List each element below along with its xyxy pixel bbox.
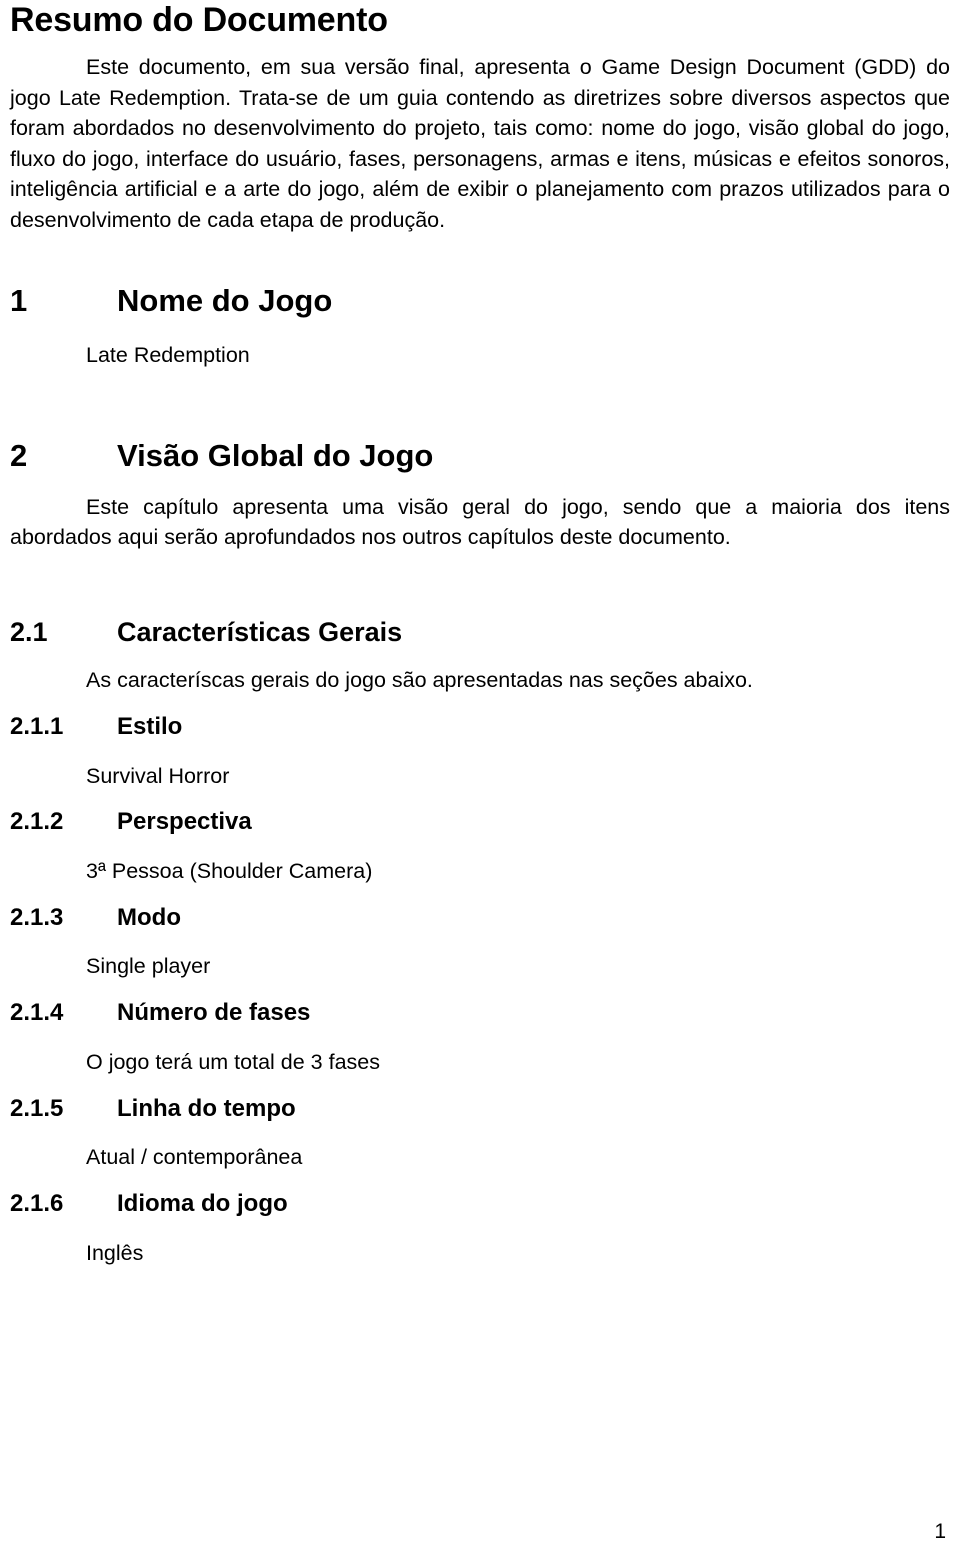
heading-number: 2.1.6 [10,1189,64,1217]
section-2-1-6-body: Inglês [86,1240,144,1265]
heading-title: Nome do Jogo [117,282,333,318]
heading-number: 2.1.3 [10,903,64,931]
section-2-1-3-body: Single player [86,954,211,979]
heading-section-2-1-5: 2.1.5 Linha do tempo [10,1094,950,1123]
section-1-body: Late Redemption [86,343,250,368]
heading-section-1: 1 Nome do Jogo [10,282,950,319]
heading-section-2-1-6: 2.1.6 Idioma do jogo [10,1189,950,1218]
document-page: Resumo do Documento Este documento, em s… [0,0,960,1550]
heading-number: 2.1.4 [10,999,64,1027]
heading-title: Linha do tempo [117,1094,296,1122]
heading-section-2-1-1: 2.1.1 Estilo [10,712,950,741]
heading-title: Idioma do jogo [117,1189,288,1217]
heading-section-2-1: 2.1 Características Gerais [10,617,950,647]
heading-number: 1 [10,282,28,318]
section-2-1-1-body: Survival Horror [86,763,230,788]
summary-paragraph: Este documento, em sua versão final, apr… [10,55,950,232]
heading-title: Características Gerais [117,616,403,647]
heading-section-2-1-2: 2.1.2 Perspectiva [10,808,950,836]
heading-number: 2 [10,437,28,473]
section-2-1-2-body: 3ª Pessoa (Shoulder Camera) [86,858,373,883]
heading-title: Perspectiva [117,808,252,836]
heading-title: Estilo [117,712,183,740]
page-number: 1 [934,1520,946,1543]
section-2-1-5-body: Atual / contemporânea [86,1145,303,1170]
heading-number: 2.1.1 [10,712,64,740]
heading-number: 2.1.2 [10,808,64,836]
heading-section-2: 2 Visão Global do Jogo [10,437,950,474]
heading-title: Visão Global do Jogo [117,437,434,473]
heading-section-2-1-4: 2.1.4 Número de fases [10,999,950,1027]
section-2-1-body: As caracteríscas gerais do jogo são apre… [86,668,753,693]
heading-title: Modo [117,903,181,931]
section-2-1-4-body: O jogo terá um total de 3 fases [86,1049,380,1074]
heading-number: 2.1 [10,616,48,647]
heading-section-2-1-3: 2.1.3 Modo [10,903,950,932]
page-title: Resumo do Documento [10,1,388,39]
heading-title: Número de fases [117,999,311,1027]
heading-number: 2.1.5 [10,1094,64,1122]
section-2-body: Este capítulo apresenta uma visão geral … [10,494,950,550]
